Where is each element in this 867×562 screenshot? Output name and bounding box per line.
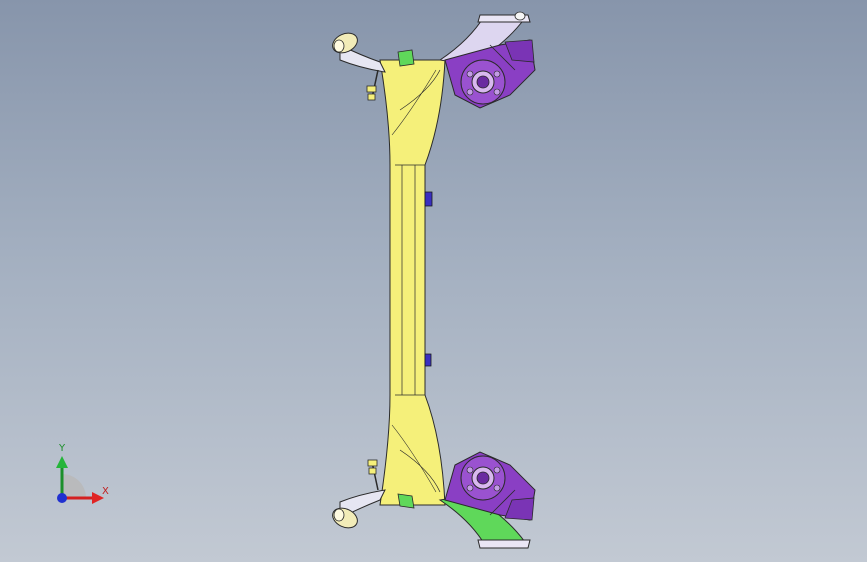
bracket-lower[interactable] (424, 353, 432, 367)
green-fitting-top (397, 49, 415, 67)
coordinate-triad (56, 456, 104, 504)
stabilizer-link-top[interactable] (366, 69, 379, 101)
bracket-upper[interactable] (424, 191, 433, 207)
stabilizer-link-bottom[interactable] (367, 459, 379, 491)
cross-beam[interactable] (379, 59, 446, 506)
cad-graphics-viewport[interactable]: Y X (0, 0, 867, 562)
y-axis-label: Y (59, 443, 66, 454)
green-fitting-bottom (397, 493, 415, 509)
x-axis-label: X (102, 486, 109, 497)
torsion-beam-model[interactable] (0, 0, 867, 562)
